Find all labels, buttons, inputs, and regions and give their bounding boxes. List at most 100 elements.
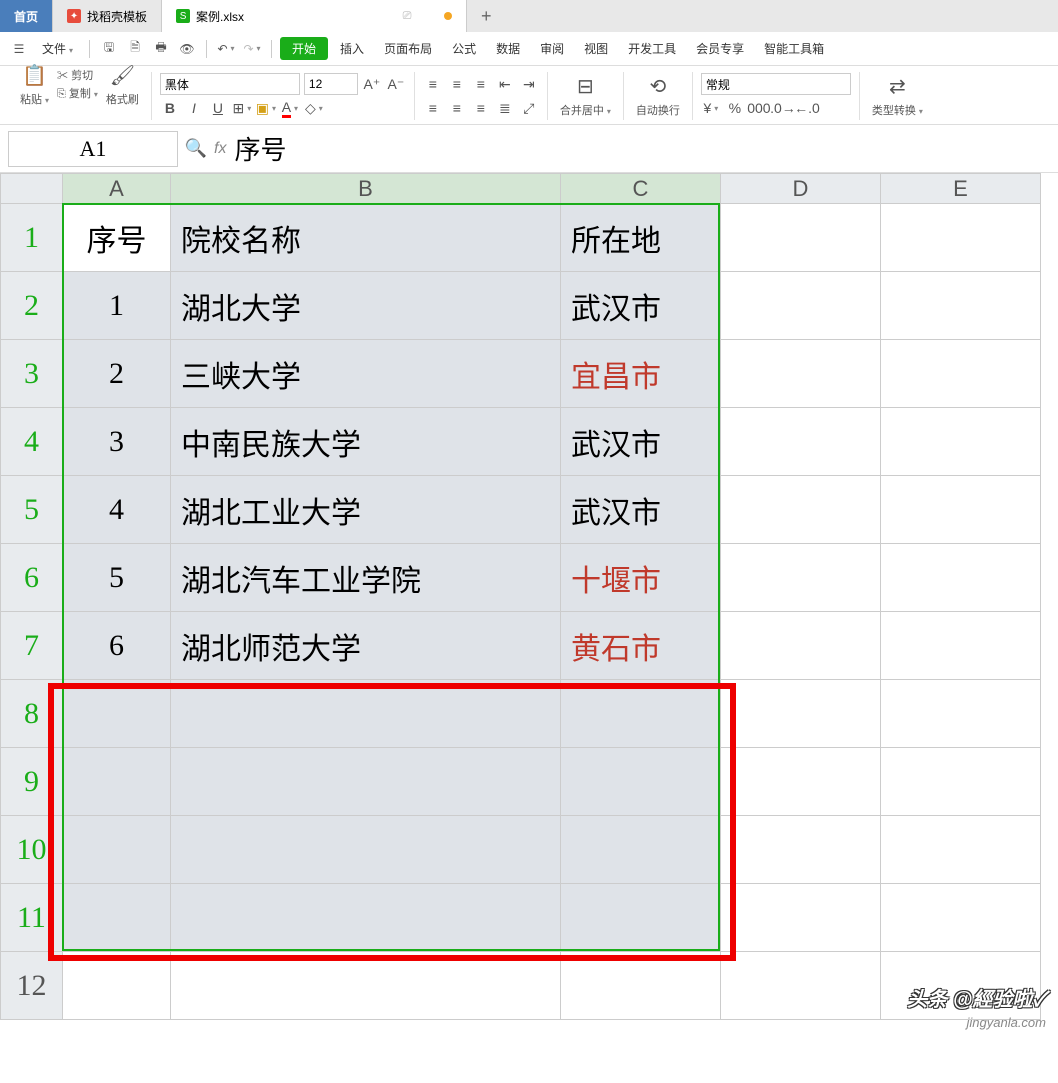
row-header-2[interactable]: 2 <box>1 272 63 340</box>
cell[interactable]: 3 <box>63 408 171 476</box>
cell[interactable] <box>721 408 881 476</box>
formatpainter-button[interactable]: 🖌 格式刷 <box>102 61 143 107</box>
menu-data[interactable]: 数据 <box>488 36 528 61</box>
menu-start[interactable]: 开始 <box>280 37 328 60</box>
cell[interactable] <box>721 884 881 952</box>
inc-decimal-icon[interactable]: .0→ <box>773 98 793 118</box>
copy-button[interactable]: ⎘ 复制 <box>57 85 98 101</box>
cell[interactable]: 1 <box>63 272 171 340</box>
dec-decimal-icon[interactable]: ←.0 <box>797 98 817 118</box>
highlight-icon[interactable]: ◇ <box>304 98 324 118</box>
percent-icon[interactable]: % <box>725 98 745 118</box>
cell[interactable]: 4 <box>63 476 171 544</box>
save-icon[interactable]: 🖫 <box>98 38 120 60</box>
hamburger-icon[interactable]: ☰ <box>8 38 30 60</box>
row-header-10[interactable]: 10 <box>1 816 63 884</box>
preview-icon[interactable]: 👁 <box>176 38 198 60</box>
row-header-4[interactable]: 4 <box>1 408 63 476</box>
typeconv-button[interactable]: ⇄ 类型转换 <box>868 72 927 118</box>
cell[interactable]: 湖北大学 <box>171 272 561 340</box>
cell[interactable]: 所在地 <box>561 204 721 272</box>
menu-insert[interactable]: 插入 <box>332 36 372 61</box>
row-header-3[interactable]: 3 <box>1 340 63 408</box>
cell[interactable] <box>63 884 171 952</box>
merge-button[interactable]: ⊟ 合并居中 <box>556 72 615 118</box>
fontcolor-icon[interactable]: A <box>280 98 300 118</box>
cut-button[interactable]: ✂ 剪切 <box>57 67 98 83</box>
row-header-5[interactable]: 5 <box>1 476 63 544</box>
col-header-C[interactable]: C <box>561 174 721 204</box>
col-header-E[interactable]: E <box>881 174 1041 204</box>
cell[interactable]: 院校名称 <box>171 204 561 272</box>
cell[interactable] <box>171 884 561 952</box>
menu-file[interactable]: 文件 <box>34 36 81 61</box>
cell[interactable] <box>561 816 721 884</box>
align-top-icon[interactable]: ≡ <box>423 74 443 94</box>
cell[interactable]: 武汉市 <box>561 272 721 340</box>
cell[interactable] <box>561 748 721 816</box>
cell[interactable] <box>881 612 1041 680</box>
fillcolor-icon[interactable]: ▣ <box>256 98 276 118</box>
cell[interactable] <box>721 952 881 1020</box>
wrap-button[interactable]: ⟲ 自动换行 <box>632 72 684 118</box>
cell[interactable]: 6 <box>63 612 171 680</box>
cell[interactable] <box>881 476 1041 544</box>
cell[interactable]: 湖北汽车工业学院 <box>171 544 561 612</box>
cell[interactable] <box>721 680 881 748</box>
cell[interactable] <box>171 816 561 884</box>
tab-file[interactable]: S 案例.xlsx ⎚ <box>162 0 467 32</box>
cell[interactable] <box>881 340 1041 408</box>
name-box[interactable]: A1 <box>8 131 178 167</box>
cell[interactable] <box>561 884 721 952</box>
cell[interactable]: 宜昌市 <box>561 340 721 408</box>
tab-template[interactable]: ✦ 找稻壳模板 <box>53 0 162 32</box>
align-left-icon[interactable]: ≡ <box>423 98 443 118</box>
cell[interactable] <box>721 816 881 884</box>
cell[interactable] <box>171 952 561 1020</box>
cell[interactable]: 武汉市 <box>561 408 721 476</box>
menu-devtools[interactable]: 开发工具 <box>620 36 684 61</box>
row-header-1[interactable]: 1 <box>1 204 63 272</box>
menu-review[interactable]: 审阅 <box>532 36 572 61</box>
row-header-7[interactable]: 7 <box>1 612 63 680</box>
align-center-icon[interactable]: ≡ <box>447 98 467 118</box>
col-header-A[interactable]: A <box>63 174 171 204</box>
increase-font-icon[interactable]: A⁺ <box>362 74 382 94</box>
cell[interactable] <box>63 952 171 1020</box>
cell[interactable]: 十堰市 <box>561 544 721 612</box>
menu-pagelayout[interactable]: 页面布局 <box>376 36 440 61</box>
row-header-12[interactable]: 12 <box>1 952 63 1020</box>
col-header-D[interactable]: D <box>721 174 881 204</box>
cell[interactable]: 5 <box>63 544 171 612</box>
cell[interactable] <box>561 952 721 1020</box>
cell[interactable]: 武汉市 <box>561 476 721 544</box>
tab-new[interactable]: + <box>467 0 506 32</box>
redo-icon[interactable]: ↷ <box>241 38 263 60</box>
fx-icon[interactable]: fx <box>214 140 226 158</box>
cell[interactable] <box>721 204 881 272</box>
cell[interactable]: 湖北工业大学 <box>171 476 561 544</box>
cell[interactable] <box>171 680 561 748</box>
cell[interactable]: 序号 <box>63 204 171 272</box>
align-mid-icon[interactable]: ≡ <box>447 74 467 94</box>
cell[interactable] <box>881 680 1041 748</box>
cell[interactable]: 黄石市 <box>561 612 721 680</box>
cell[interactable] <box>881 748 1041 816</box>
align-justify-icon[interactable]: ≣ <box>495 98 515 118</box>
menu-formula[interactable]: 公式 <box>444 36 484 61</box>
cell[interactable] <box>721 612 881 680</box>
italic-icon[interactable]: I <box>184 98 204 118</box>
underline-icon[interactable]: U <box>208 98 228 118</box>
col-header-B[interactable]: B <box>171 174 561 204</box>
menu-member[interactable]: 会员专享 <box>688 36 752 61</box>
row-header-6[interactable]: 6 <box>1 544 63 612</box>
cell[interactable]: 2 <box>63 340 171 408</box>
saveas-icon[interactable]: 🗎 <box>124 38 146 60</box>
indent-inc-icon[interactable]: ⇥ <box>519 74 539 94</box>
cell[interactable] <box>881 204 1041 272</box>
cell[interactable] <box>881 408 1041 476</box>
fontsize-select[interactable] <box>304 73 358 95</box>
cell[interactable]: 湖北师范大学 <box>171 612 561 680</box>
currency-icon[interactable]: ¥ <box>701 98 721 118</box>
undo-icon[interactable]: ↶ <box>215 38 237 60</box>
